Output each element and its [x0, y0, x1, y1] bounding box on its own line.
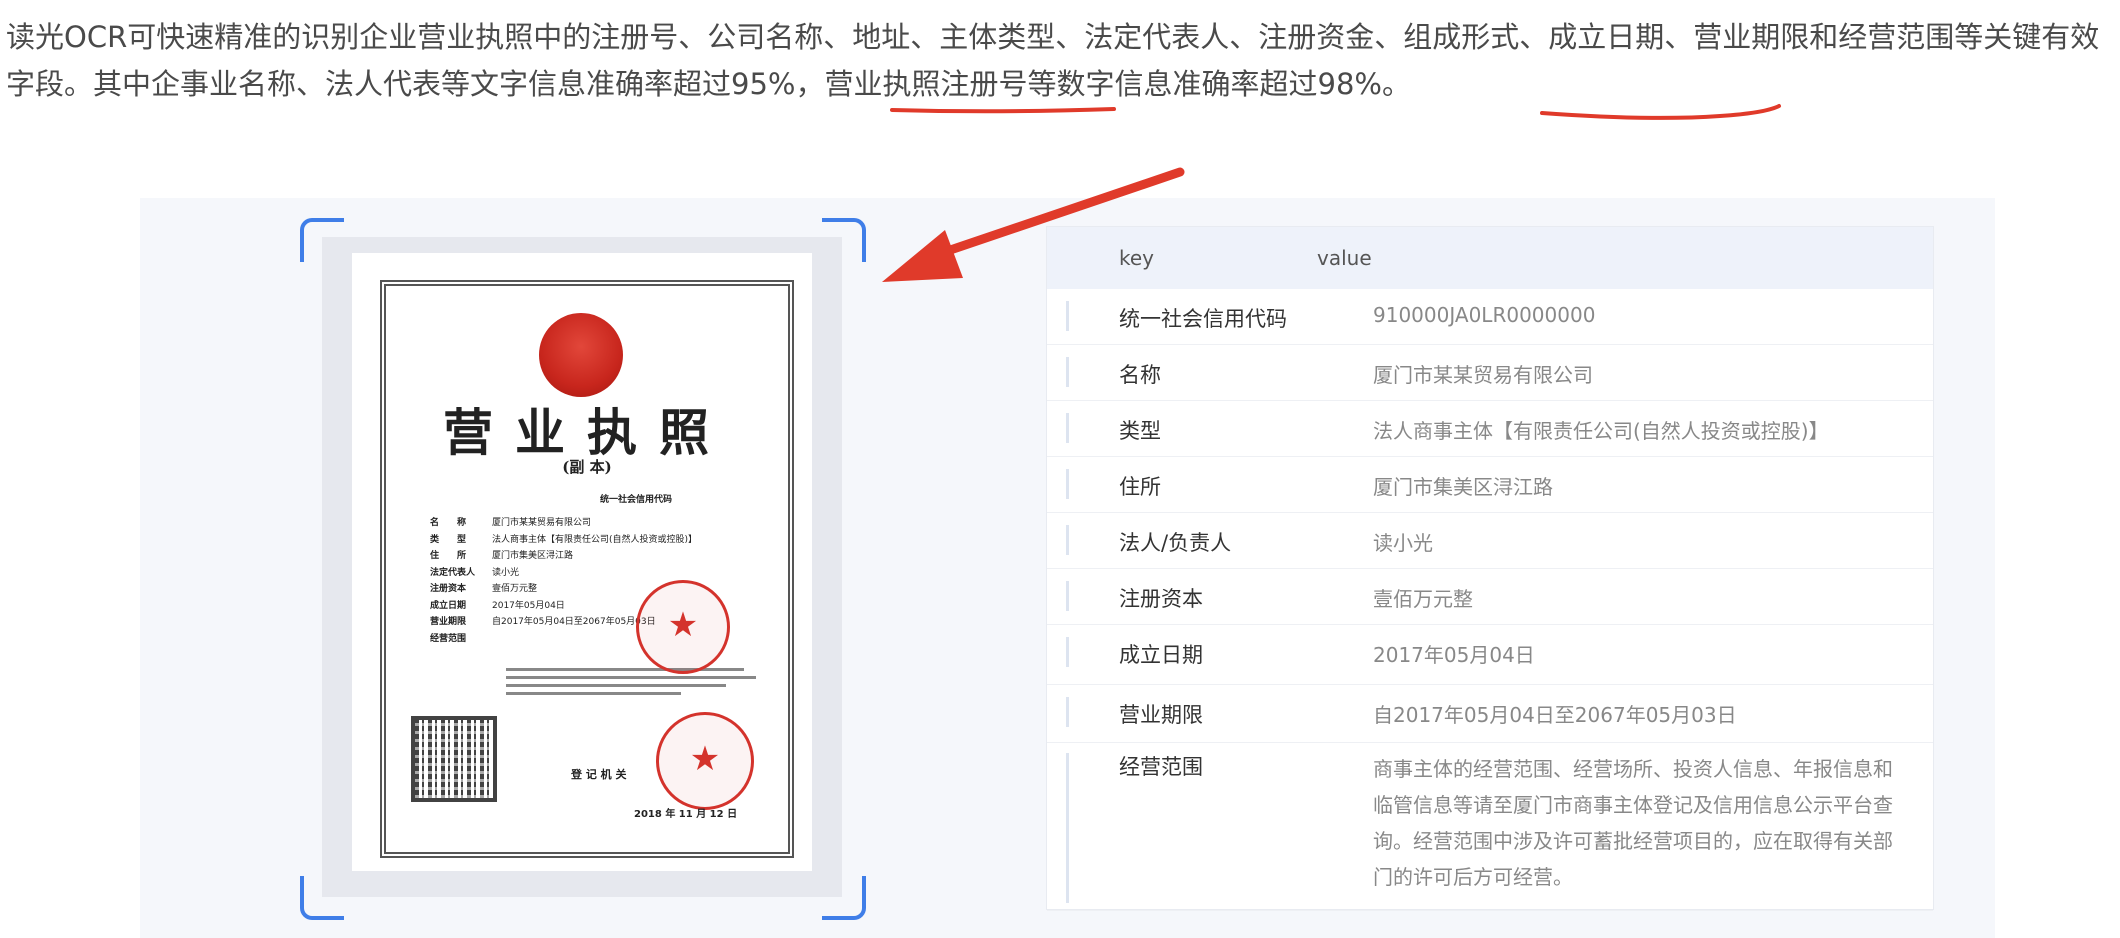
license-field-key: 注册资本 — [430, 584, 467, 594]
national-emblem-icon — [539, 313, 623, 397]
license-field-row: 名 称 厦门市某某贸易有限公司 — [430, 515, 770, 532]
row-key: 法人/负责人 — [1119, 531, 1232, 555]
row-key: 营业期限 — [1119, 703, 1203, 727]
license-field-value: 法人商事主体【有限责任公司(自然人投资或控股)】 — [492, 534, 698, 545]
row-indicator-bar — [1066, 357, 1069, 387]
table-row: 经营范围 商事主体的经营范围、经营场所、投资人信息、年报信息和临管信息等请至厦门市… — [1047, 743, 1933, 911]
row-indicator-bar — [1066, 469, 1069, 499]
row-value: 商事主体的经营范围、经营场所、投资人信息、年报信息和临管信息等请至厦门市商事主体… — [1373, 757, 1893, 889]
table-body: 统一社会信用代码 910000JA0LR0000000 名称 厦门市某某贸易有限公司类… — [1047, 289, 1933, 911]
row-value: 910000JA0LR0000000 — [1373, 303, 1596, 327]
red-seal-icon-registry: ★ — [656, 712, 754, 810]
license-code-label: 统一社会信用代码 — [600, 495, 673, 505]
row-key: 注册资本 — [1119, 587, 1203, 611]
row-value: 法人商事主体【有限责任公司(自然人投资或控股)】 — [1373, 419, 1829, 443]
row-key: 名称 — [1119, 363, 1161, 387]
row-value: 厦门市集美区浔江路 — [1373, 475, 1553, 499]
license-field-value: 读小光 — [492, 567, 520, 578]
license-field-key: 成立日期 — [430, 600, 467, 611]
intro-text-2: ，营业执照注册号等数字信息 — [795, 67, 1173, 101]
row-indicator-bar — [1066, 525, 1069, 555]
row-indicator-bar — [1066, 697, 1069, 727]
red-seal-icon: ★ — [636, 580, 730, 674]
row-indicator-bar — [1066, 637, 1069, 667]
highlight-accuracy-95: 准确率超过95% — [586, 67, 796, 101]
license-title: 营业执照 — [443, 403, 731, 462]
row-indicator-bar — [1066, 413, 1069, 443]
header-value: value — [1317, 246, 1372, 270]
license-field-value: 厦门市某某贸易有限公司 — [492, 518, 592, 528]
row-value: 壹佰万元整 — [1373, 587, 1473, 611]
row-key: 类型 — [1119, 419, 1161, 443]
table-row: 法人/负责人 读小光 — [1047, 513, 1933, 569]
row-value: 2017年05月04日 — [1373, 643, 1535, 667]
row-indicator-bar — [1066, 301, 1069, 331]
license-field-row: 住 所 厦门市集美区浔江路 — [430, 548, 770, 565]
license-field-row: 类 型 法人商事主体【有限责任公司(自然人投资或控股)】 — [430, 532, 770, 549]
license-field-key: 营业期限 — [430, 617, 467, 627]
row-value: 读小光 — [1373, 531, 1433, 555]
license-date: 2018 年 11 月 12 日 — [634, 809, 738, 820]
highlight-accuracy-98: 准确率超过98%。 — [1172, 67, 1411, 101]
table-row: 营业期限 自2017年05月04日至2067年05月03日 — [1047, 685, 1933, 743]
license-field-key: 经营范围 — [430, 633, 467, 644]
license-field-value: 2017年05月04日 — [492, 600, 565, 611]
underline-95-mark — [890, 107, 1116, 114]
table-row: 统一社会信用代码 910000JA0LR0000000 — [1047, 289, 1933, 345]
license-field-row: 注册资本 壹佰万元整 — [430, 581, 770, 598]
header-key: key — [1119, 246, 1155, 270]
row-key: 经营范围 — [1119, 755, 1203, 779]
table-row: 成立日期 2017年05月04日 — [1047, 625, 1933, 685]
table-row: 类型 法人商事主体【有限责任公司(自然人投资或控股)】 — [1047, 401, 1933, 457]
license-field-key: 类 型 — [430, 534, 467, 545]
row-indicator-bar — [1066, 753, 1069, 903]
license-authority: 登 记 机 关 — [571, 768, 627, 781]
intro-paragraph: 读光OCR可快速精准的识别企业营业执照中的注册号、公司名称、地址、主体类型、法定… — [6, 14, 2106, 108]
license-field-key: 住 所 — [430, 551, 467, 561]
row-key: 住所 — [1119, 475, 1161, 499]
row-key: 统一社会信用代码 — [1119, 307, 1287, 331]
row-key: 成立日期 — [1119, 643, 1203, 667]
qr-code-icon — [411, 716, 497, 802]
table-row: 住所 厦门市集美区浔江路 — [1047, 457, 1933, 513]
license-subtitle: (副 本) — [562, 458, 612, 476]
license-field-row: 法定代表人 读小光 — [430, 565, 770, 582]
table-header: key value — [1047, 227, 1933, 289]
license-field-key: 法定代表人 — [430, 567, 476, 578]
license-field-value: 壹佰万元整 — [492, 584, 538, 594]
table-row: 名称 厦门市某某贸易有限公司 — [1047, 345, 1933, 401]
row-indicator-bar — [1066, 581, 1069, 611]
ocr-result-table: key value 统一社会信用代码 910000JA0LR0000000 名称 厦门… — [1046, 226, 1934, 911]
row-value: 自2017年05月04日至2067年05月03日 — [1373, 703, 1737, 727]
license-field-value: 厦门市集美区浔江路 — [492, 551, 574, 561]
license-field-key: 名 称 — [430, 518, 467, 528]
table-row: 注册资本 壹佰万元整 — [1047, 569, 1933, 625]
license-scope-text-lines — [506, 663, 756, 700]
row-value: 厦门市某某贸易有限公司 — [1373, 363, 1593, 387]
